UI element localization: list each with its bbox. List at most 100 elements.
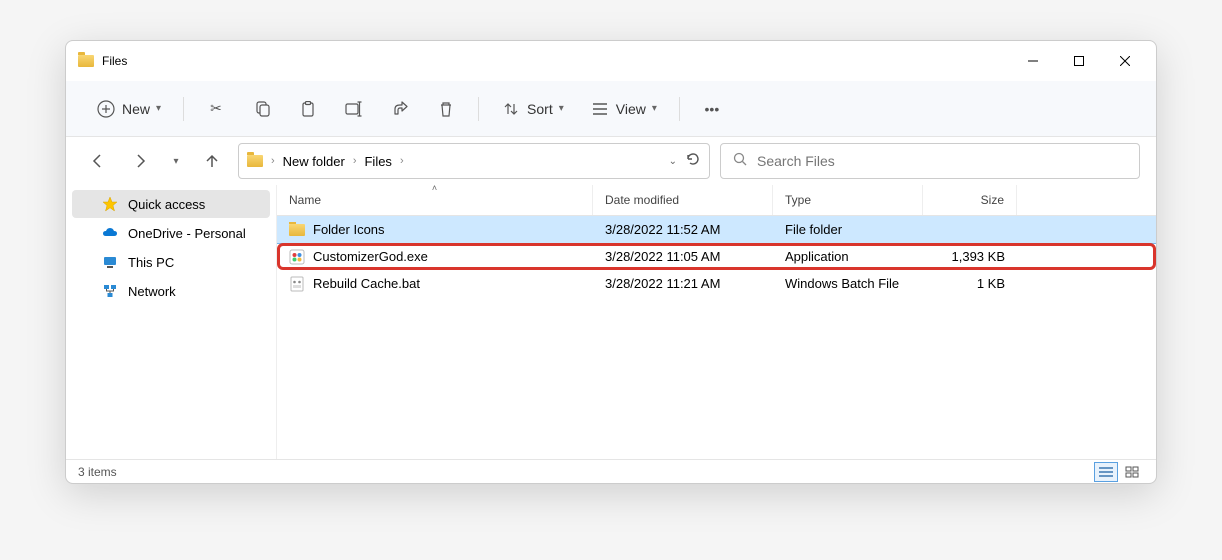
file-name: Rebuild Cache.bat (313, 276, 420, 291)
star-icon (102, 196, 118, 212)
network-icon (102, 283, 118, 299)
view-label: View (616, 101, 646, 117)
delete-button[interactable] (426, 93, 466, 125)
new-label: New (122, 101, 150, 117)
file-type: Windows Batch File (773, 276, 923, 291)
maximize-button[interactable] (1056, 45, 1102, 77)
paste-button[interactable] (288, 93, 328, 125)
copy-icon (252, 99, 272, 119)
address-bar[interactable]: › New folder › Files › ⌄ (238, 143, 710, 179)
plus-circle-icon (96, 99, 116, 119)
share-icon (390, 99, 410, 119)
scissors-icon: ✂ (206, 99, 226, 119)
column-size-label: Size (981, 193, 1004, 207)
toolbar-separator (183, 97, 184, 121)
column-type[interactable]: Type (773, 185, 923, 215)
file-type: Application (773, 249, 923, 264)
list-icon (590, 99, 610, 119)
chevron-down-icon: ▾ (156, 103, 161, 114)
sidebar-item-network[interactable]: Network (72, 277, 270, 305)
file-row[interactable]: Rebuild Cache.bat 3/28/2022 11:21 AMWindo… (277, 270, 1156, 297)
cloud-icon (102, 225, 118, 241)
more-button[interactable]: ••• (692, 93, 732, 125)
file-date: 3/28/2022 11:21 AM (593, 276, 773, 291)
breadcrumb-segment[interactable]: Files (360, 152, 395, 171)
content-area: Quick access OneDrive - Personal This PC… (66, 185, 1156, 459)
chevron-down-icon: ▾ (173, 156, 178, 167)
refresh-button[interactable] (685, 151, 701, 172)
search-input[interactable] (757, 153, 1127, 169)
chevron-right-icon: › (271, 155, 275, 167)
copy-button[interactable] (242, 93, 282, 125)
main-panel: ˄ Name Date modified Type Size Folder Ic… (276, 185, 1156, 459)
breadcrumb-segment[interactable]: New folder (279, 152, 349, 171)
chevron-right-icon: › (400, 155, 404, 167)
file-size: 1 KB (923, 276, 1017, 291)
file-date: 3/28/2022 11:52 AM (593, 222, 773, 237)
sort-indicator-icon: ˄ (432, 185, 437, 193)
column-headers: ˄ Name Date modified Type Size (277, 185, 1156, 216)
file-row[interactable]: CustomizerGod.exe 3/28/2022 11:05 AMAppli… (277, 243, 1156, 270)
column-date-label: Date modified (605, 193, 679, 207)
back-button[interactable] (82, 145, 114, 177)
recent-dropdown[interactable]: ▾ (166, 145, 186, 177)
column-name[interactable]: ˄ Name (277, 185, 593, 215)
sort-button[interactable]: Sort ▾ (491, 93, 574, 125)
sort-icon (501, 99, 521, 119)
clipboard-icon (298, 99, 318, 119)
nav-row: ▾ › New folder › Files › ⌄ (66, 137, 1156, 185)
window-title: Files (102, 54, 127, 68)
status-text: 3 items (78, 465, 117, 479)
sidebar-item-label: Network (128, 284, 176, 299)
pc-icon (102, 254, 118, 270)
details-view-toggle[interactable] (1094, 462, 1118, 482)
column-type-label: Type (785, 193, 811, 207)
trash-icon (436, 99, 456, 119)
column-name-label: Name (289, 193, 321, 207)
rename-icon (344, 99, 364, 119)
sidebar-item-onedrive[interactable]: OneDrive - Personal (72, 219, 270, 247)
file-type: File folder (773, 222, 923, 237)
sidebar-item-label: Quick access (128, 197, 205, 212)
chevron-down-icon: ▾ (559, 103, 564, 114)
cut-button[interactable]: ✂ (196, 93, 236, 125)
up-button[interactable] (196, 145, 228, 177)
ellipsis-icon: ••• (702, 99, 722, 119)
file-explorer-window: Files New ▾ ✂ Sort ▾ View ▾ (65, 40, 1157, 484)
file-date: 3/28/2022 11:05 AM (593, 249, 773, 264)
file-row[interactable]: Folder Icons 3/28/2022 11:52 AMFile folde… (277, 216, 1156, 243)
chevron-right-icon: › (353, 155, 357, 167)
chevron-down-icon[interactable]: ⌄ (669, 156, 677, 167)
file-name: CustomizerGod.exe (313, 249, 428, 264)
minimize-button[interactable] (1010, 45, 1056, 77)
view-button[interactable]: View ▾ (580, 93, 667, 125)
file-name: Folder Icons (313, 222, 385, 237)
toolbar-separator (679, 97, 680, 121)
chevron-down-icon: ▾ (652, 103, 657, 114)
rename-button[interactable] (334, 93, 374, 125)
share-button[interactable] (380, 93, 420, 125)
bat-icon (289, 276, 305, 292)
new-button[interactable]: New ▾ (86, 93, 171, 125)
search-icon (733, 152, 747, 171)
sidebar-item-quick-access[interactable]: Quick access (72, 190, 270, 218)
sidebar-item-label: This PC (128, 255, 174, 270)
file-size: 1,393 KB (923, 249, 1017, 264)
sidebar: Quick access OneDrive - Personal This PC… (66, 185, 276, 459)
sort-label: Sort (527, 101, 553, 117)
thumbnails-view-toggle[interactable] (1120, 462, 1144, 482)
close-button[interactable] (1102, 45, 1148, 77)
sidebar-item-this-pc[interactable]: This PC (72, 248, 270, 276)
toolbar: New ▾ ✂ Sort ▾ View ▾ ••• (66, 81, 1156, 137)
column-size[interactable]: Size (923, 185, 1017, 215)
exe-icon (289, 249, 305, 265)
folder-icon (78, 55, 94, 67)
column-date[interactable]: Date modified (593, 185, 773, 215)
folder-icon (247, 155, 263, 167)
search-box[interactable] (720, 143, 1140, 179)
file-list[interactable]: Folder Icons 3/28/2022 11:52 AMFile folde… (277, 216, 1156, 459)
forward-button[interactable] (124, 145, 156, 177)
status-bar: 3 items (66, 459, 1156, 483)
folder-icon (289, 224, 305, 236)
titlebar: Files (66, 41, 1156, 81)
